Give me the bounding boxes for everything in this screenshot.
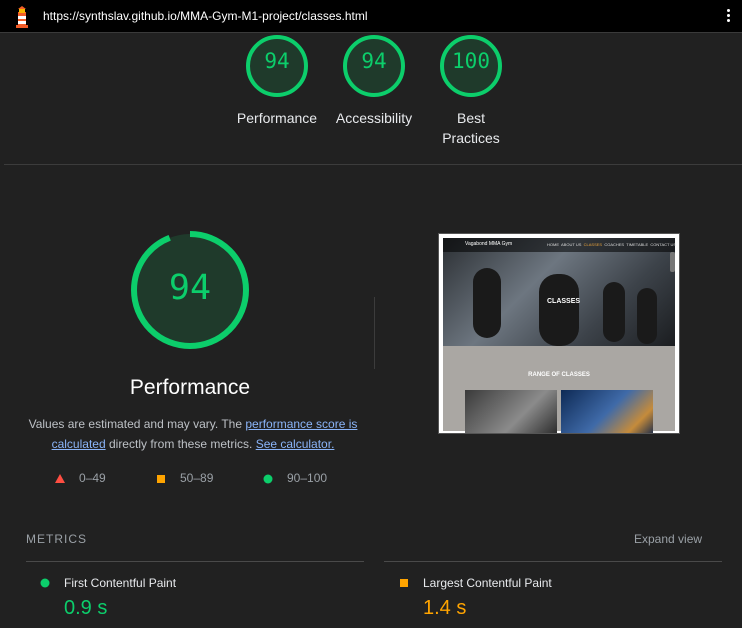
gauge-performance[interactable]: 94 Performance [227,33,327,128]
lighthouse-icon [16,6,28,28]
metric-name: Largest Contentful Paint [423,576,552,590]
fighter-figure [473,268,501,338]
screenshot-class-image [465,390,557,433]
metric-value: 1.4 s [423,597,467,619]
screenshot-hero-title: CLASSES [547,298,581,305]
gauge-best-practices[interactable]: 100 Best Practices [421,33,521,148]
legend-range: 0–49 [79,471,106,485]
page-screenshot[interactable]: Vagabond MMA Gym HOME ABOUT US CLASSES C… [438,233,680,434]
gauge-score: 100 [452,49,490,73]
circle-icon [40,578,50,588]
screenshot-nav-link: CONTACT US [650,242,677,247]
performance-score: 94 [168,268,212,308]
page-url: https://synthslav.github.io/MMA-Gym-M1-p… [43,9,368,23]
gauge-score: 94 [361,49,387,73]
screenshot-nav-link: COACHES [604,242,625,247]
gauge-label: Performance [236,110,318,126]
metric-name: First Contentful Paint [64,576,177,590]
legend-range: 50–89 [180,471,214,485]
screenshot-nav-link: HOME [547,242,559,247]
fighter-figure [637,288,657,344]
description-text: Values are estimated and may vary. The [28,417,246,431]
screenshot-nav-link: ABOUT US [561,242,582,247]
gauge-score: 94 [264,49,290,73]
url-bar: https://synthslav.github.io/MMA-Gym-M1-p… [0,0,742,33]
square-icon [157,475,165,483]
performance-description: Values are estimated and may vary. The p… [28,414,358,454]
vertical-ellipsis-icon[interactable] [723,7,735,25]
screenshot-scrollbar [670,252,675,272]
gauge-label: Best Practices [442,110,500,146]
screenshot-nav: Vagabond MMA Gym HOME ABOUT US CLASSES C… [443,238,676,252]
gauge-label: Accessibility [335,110,413,126]
metrics-heading: METRICS [26,532,87,546]
legend-range: 90–100 [287,471,328,485]
screenshot-nav-link-active: CLASSES [583,242,603,247]
screenshot-section: RANGE OF CLASSES [443,346,675,433]
fighter-figure [539,274,579,346]
square-icon [400,579,408,587]
fighter-figure [603,282,625,342]
performance-title: Performance [129,376,251,399]
screenshot-nav-links: HOME ABOUT US CLASSES COACHES TIMETABLE … [547,242,676,247]
screenshot-section-title: RANGE OF CLASSES [528,372,590,378]
screenshot-nav-link: TIMETABLE [626,242,649,247]
vertical-divider [374,297,375,369]
metric-value: 0.9 s [64,597,108,619]
gauge-accessibility[interactable]: 94 Accessibility [324,33,424,128]
circle-icon [263,474,273,484]
performance-gauge: 94 [130,230,250,350]
description-text: directly from these metrics. [105,437,256,451]
screenshot-hero: Vagabond MMA Gym HOME ABOUT US CLASSES C… [443,238,676,346]
metrics-divider [26,561,364,562]
expand-view-button[interactable]: Expand view [634,532,702,546]
see-calculator-link[interactable]: See calculator. [256,437,335,451]
section-divider [4,164,742,165]
triangle-icon [55,474,65,483]
screenshot-class-image [561,390,653,433]
screenshot-brand: Vagabond MMA Gym [465,241,513,247]
metrics-divider [384,561,722,562]
